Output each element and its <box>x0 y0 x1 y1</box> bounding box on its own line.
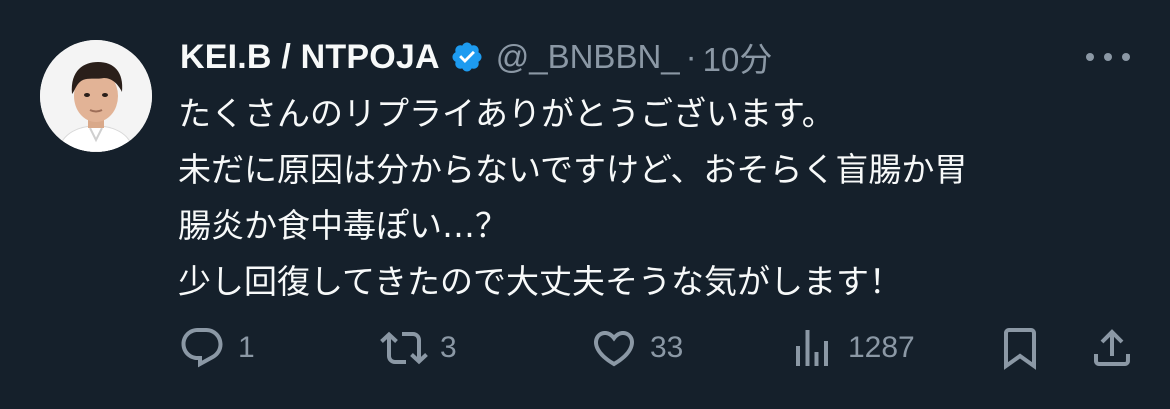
share-icon <box>1088 324 1136 372</box>
views-count: 1287 <box>848 331 915 364</box>
avatar[interactable] <box>40 40 152 152</box>
like-count: 33 <box>650 331 684 364</box>
views-button[interactable]: 1287 <box>788 318 915 378</box>
tweet-line: 少し回復してきたので大丈夫そうな気がします！ <box>178 262 903 301</box>
tweet-line: たくさんのリプライありがとうございます。 <box>178 94 835 133</box>
verified-badge-icon <box>450 40 484 74</box>
more-options-icon[interactable] <box>1086 44 1130 70</box>
views-icon <box>788 324 836 372</box>
bookmark-icon <box>996 324 1044 372</box>
user-handle[interactable]: @_BNBBN_ <box>496 38 680 76</box>
tweet-text: たくさんのリプライありがとうございます。 未だに原因は分からないですけど、おそら… <box>178 86 1138 310</box>
reply-button[interactable]: 1 <box>178 318 255 378</box>
display-name[interactable]: KEI.B / NTPOJA <box>180 38 440 77</box>
separator-dot: · <box>685 38 697 75</box>
tweet-header: KEI.B / NTPOJA @_BNBBN_ · 10分 <box>180 32 772 82</box>
action-bar: 1 3 33 1287 <box>178 318 1138 378</box>
timestamp[interactable]: 10分 <box>703 33 773 81</box>
tweet-line: 未だに原因は分からないですけど、おそらく盲腸か胃 <box>178 150 968 189</box>
retweet-icon <box>380 324 428 372</box>
retweet-count: 3 <box>440 331 457 364</box>
retweet-button[interactable]: 3 <box>380 318 457 378</box>
tweet[interactable]: KEI.B / NTPOJA @_BNBBN_ · 10分 たくさんのリプライあ… <box>0 0 1170 409</box>
avatar-image <box>40 40 152 152</box>
tweet-line: 腸炎か食中毒ぽい…？ <box>178 206 508 245</box>
share-button[interactable] <box>1088 318 1136 378</box>
like-button[interactable]: 33 <box>590 318 683 378</box>
heart-icon <box>590 324 638 372</box>
reply-icon <box>178 324 226 372</box>
reply-count: 1 <box>238 331 255 364</box>
bookmark-button[interactable] <box>996 318 1044 378</box>
